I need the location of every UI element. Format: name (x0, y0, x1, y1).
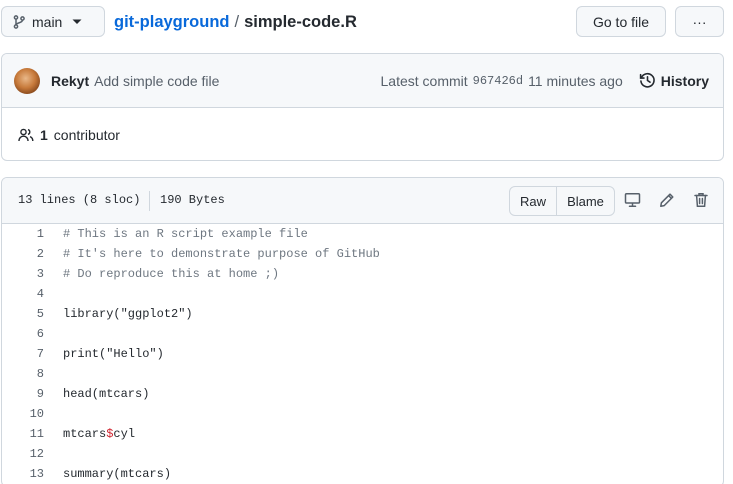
line-number[interactable]: 10 (2, 407, 44, 421)
file-viewer: 13 lines (8 sloc) 190 Bytes Raw Blame 1 #… (1, 177, 724, 484)
line-number[interactable]: 1 (2, 227, 44, 241)
latest-commit-label: Latest commit (380, 72, 468, 89)
breadcrumb-separator: / (234, 13, 240, 31)
desktop-icon[interactable] (624, 192, 641, 208)
code-line: 2 # It's here to demonstrate purpose of G… (2, 244, 723, 264)
file-view-button-group: Raw Blame (509, 186, 615, 216)
file-header: 13 lines (8 sloc) 190 Bytes Raw Blame (2, 178, 723, 224)
commit-time: 11 minutes ago (528, 72, 623, 89)
line-number[interactable]: 7 (2, 347, 44, 361)
code-line: 13 summary(mtcars) (2, 464, 723, 484)
raw-button[interactable]: Raw (510, 187, 557, 215)
code-content: library("ggplot2") (63, 307, 193, 321)
line-number[interactable]: 9 (2, 387, 44, 401)
history-icon (639, 72, 656, 89)
line-number[interactable]: 11 (2, 427, 44, 441)
breadcrumb: git-playground / simple-code.R (114, 12, 357, 32)
code-content: summary(mtcars) (63, 467, 172, 481)
code-member: cyl (113, 427, 136, 441)
blame-button[interactable]: Blame (557, 187, 614, 215)
code-object: mtcars (63, 427, 107, 441)
code-line: 9 head(mtcars) (2, 384, 723, 404)
code-line: 3 # Do reproduce this at home ;) (2, 264, 723, 284)
file-info-divider (149, 191, 150, 211)
code-line: 12 (2, 444, 723, 464)
more-options-button[interactable]: ··· (675, 6, 724, 37)
code-line: 5 library("ggplot2") (2, 304, 723, 324)
branch-icon (12, 14, 26, 30)
code-content: print("Hello") (63, 347, 164, 361)
line-number[interactable]: 8 (2, 367, 44, 381)
chevron-down-icon (72, 19, 82, 25)
commit-box: Rekyt Add simple code file Latest commit… (1, 53, 724, 161)
code-line: 7 print("Hello") (2, 344, 723, 364)
code-line: 11 mtcars$cyl (2, 424, 723, 444)
code-content: # This is an R script example file (63, 227, 308, 241)
code-line: 6 (2, 324, 723, 344)
commit-author[interactable]: Rekyt (51, 73, 89, 89)
go-to-file-button[interactable]: Go to file (576, 6, 666, 37)
people-icon (18, 128, 34, 142)
commit-message[interactable]: Add simple code file (94, 73, 219, 89)
history-label: History (660, 72, 709, 89)
commit-sha[interactable]: 967426d (473, 74, 523, 88)
avatar[interactable] (14, 67, 40, 94)
file-size: 190 Bytes (160, 193, 225, 207)
line-number[interactable]: 4 (2, 287, 44, 301)
code-line: 1 # This is an R script example file (2, 224, 723, 244)
pencil-icon[interactable] (659, 192, 675, 208)
branch-selector-button[interactable]: main (1, 6, 105, 37)
trash-icon[interactable] (694, 192, 708, 208)
code-content: # Do reproduce this at home ;) (63, 267, 280, 281)
contributor-label: contributor (53, 126, 120, 143)
line-number[interactable]: 2 (2, 247, 44, 261)
code-view: 1 # This is an R script example file 2 # I… (2, 224, 723, 484)
code-content: mtcars$cyl (63, 427, 135, 441)
contributors-row[interactable]: 1 contributor (2, 108, 723, 160)
repo-link[interactable]: git-playground (114, 13, 229, 31)
code-line: 8 (2, 364, 723, 384)
code-content: # It's here to demonstrate purpose of Gi… (63, 247, 380, 261)
code-line: 10 (2, 404, 723, 424)
line-number[interactable]: 3 (2, 267, 44, 281)
code-content: head(mtcars) (63, 387, 150, 401)
history-link[interactable]: History (639, 72, 709, 89)
line-number[interactable]: 5 (2, 307, 44, 321)
code-line: 4 (2, 284, 723, 304)
file-line-count: 13 lines (8 sloc) (18, 193, 141, 207)
commit-meta: Latest commit 967426d 11 minutes ago His… (381, 72, 710, 89)
branch-label: main (32, 13, 63, 30)
line-number[interactable]: 13 (2, 467, 44, 481)
contributor-count: 1 (40, 126, 48, 143)
file-name: simple-code.R (244, 13, 357, 31)
line-number[interactable]: 12 (2, 447, 44, 461)
line-number[interactable]: 6 (2, 327, 44, 341)
latest-commit-row: Rekyt Add simple code file Latest commit… (2, 54, 723, 108)
